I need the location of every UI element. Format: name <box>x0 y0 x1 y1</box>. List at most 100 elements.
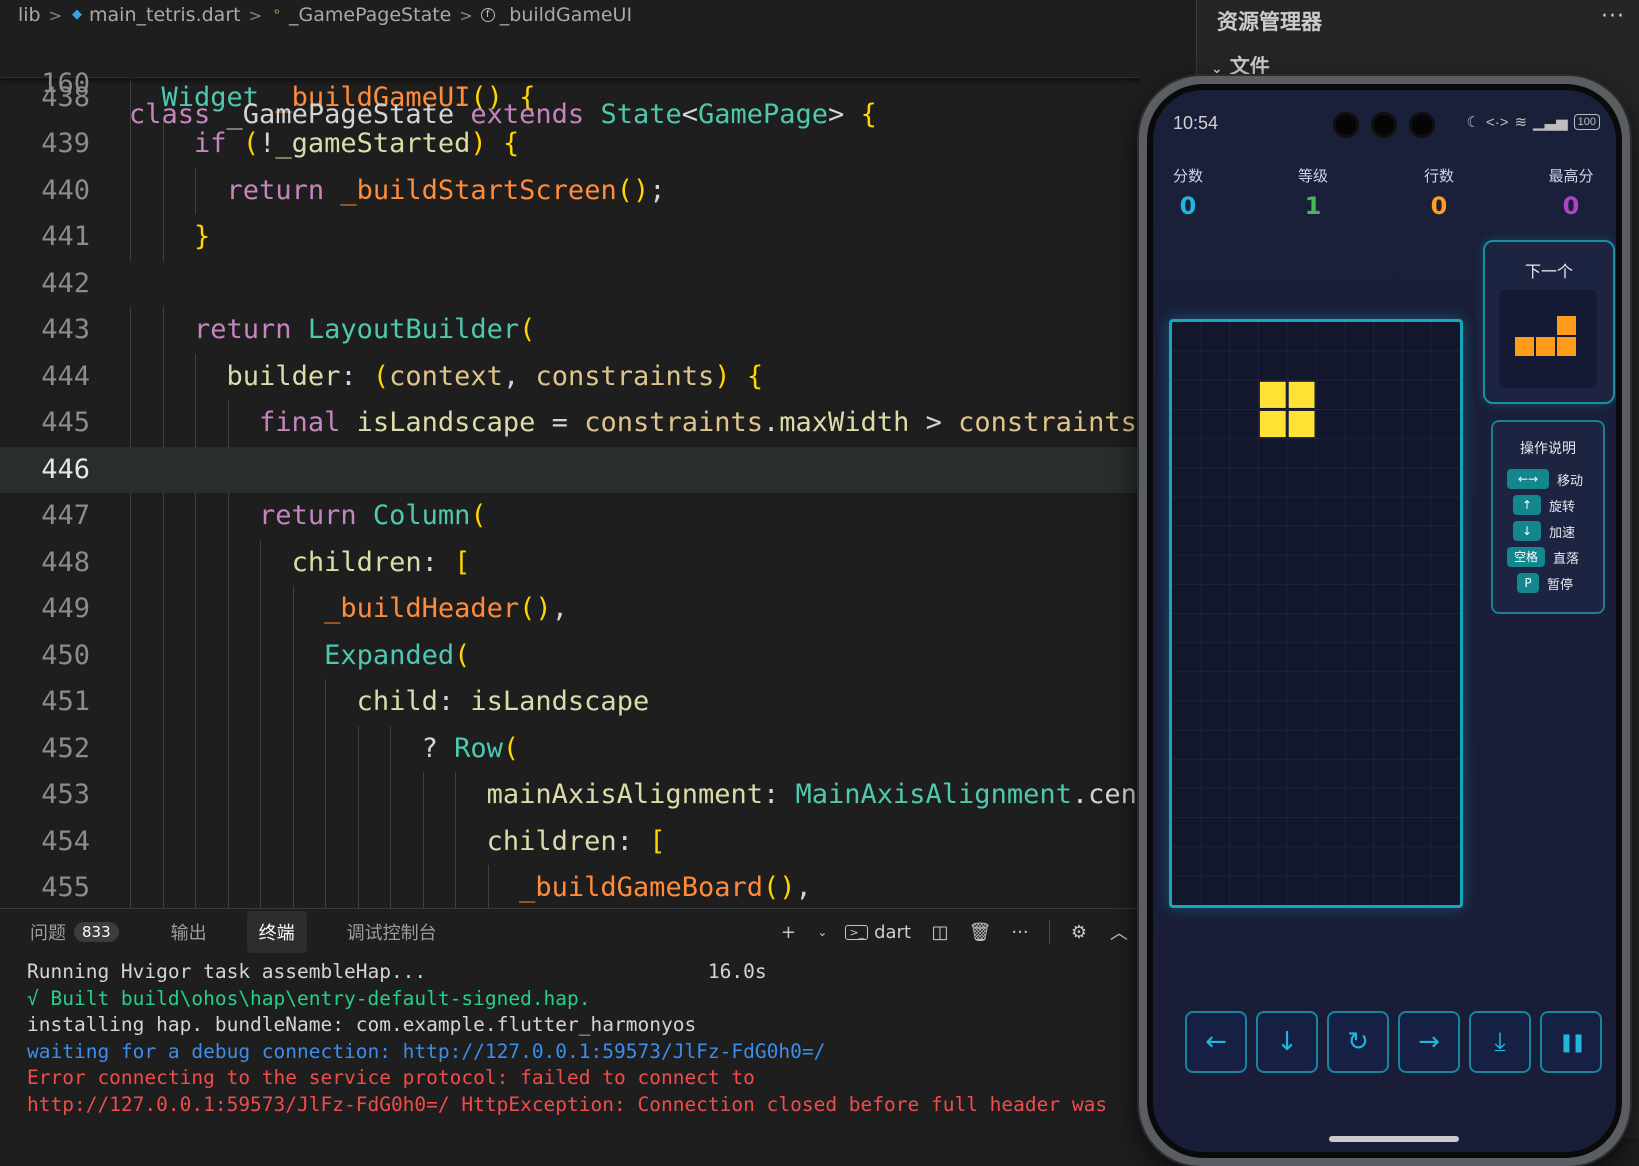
right-button[interactable]: → <box>1398 1011 1460 1073</box>
more-icon[interactable]: ··· <box>1009 921 1031 943</box>
chevron-right-icon: > <box>48 5 63 25</box>
split-terminal-icon[interactable]: ◫ <box>929 921 951 943</box>
indent-guide <box>130 307 131 354</box>
panel-tab[interactable]: 输出 <box>159 911 219 953</box>
panel-tab-label: 输出 <box>170 923 207 944</box>
code-line[interactable]: 443 return LayoutBuilder( <box>0 307 1140 354</box>
breadcrumb: lib > ◆ main_tetris.dart > ᵒ _GamePageState > f _… <box>0 0 1200 30</box>
stat-label: 等级 <box>1297 167 1328 185</box>
terminal-selector[interactable]: >_ dart <box>845 922 911 943</box>
phone-bezel: 10:54 ☾ <·> ≋ ▁▃▅ 100 分数 0 等级 1 行数 0 最高分 0 下一个 … <box>1147 84 1622 1158</box>
line-number: 450 <box>41 639 90 671</box>
indent-guide <box>292 679 294 726</box>
indent-guide <box>162 493 164 540</box>
home-indicator[interactable] <box>1329 1136 1459 1142</box>
indent-guide <box>195 818 196 865</box>
indent-guide <box>487 865 489 908</box>
help-action: 直落 <box>1553 551 1580 567</box>
indent-guide <box>422 865 424 908</box>
code-text: builder: (context, constraints) { <box>226 360 764 392</box>
settings-sliders-icon[interactable]: ⚙ <box>1068 921 1090 943</box>
indent-guide <box>292 818 294 865</box>
pause-button[interactable]: ❚❚ <box>1540 1011 1602 1073</box>
indent-guide <box>195 539 196 586</box>
breadcrumb-item[interactable]: f _buildGameUI <box>480 4 633 26</box>
indent-guide <box>130 586 131 633</box>
help-action: 旋转 <box>1549 499 1576 515</box>
battery-icon: 100 <box>1573 114 1600 130</box>
code-line[interactable]: 445 final isLandscape = constraints.maxW… <box>0 400 1140 447</box>
indent-guide <box>130 725 131 772</box>
code-text: } <box>194 221 211 252</box>
indent-guide <box>227 586 229 633</box>
panel-tab[interactable]: 问题 833 <box>18 911 131 953</box>
code-line[interactable]: 444 builder: (context, constraints) { <box>0 353 1140 400</box>
panel-toolbar: + ⌄ >_ dart ◫ 🗑 ··· ⚙ ︿ <box>777 909 1130 955</box>
panel-tab-label: 终端 <box>258 923 295 944</box>
code-line[interactable]: 440 return _buildStartScreen(); <box>0 167 1140 214</box>
line-number: 454 <box>41 825 90 857</box>
chevron-up-icon[interactable]: ︿ <box>1108 921 1130 944</box>
code-line[interactable]: 442 <box>0 261 1140 308</box>
explorer-title: 资源管理器 <box>1217 10 1322 34</box>
breadcrumb-item[interactable]: ᵒ _GamePageState <box>270 4 451 26</box>
status-icons: ☾ <·> ≋ ▁▃▅ 100 <box>1466 113 1600 131</box>
active-piece-block <box>1259 381 1286 408</box>
function-icon: f <box>480 8 495 22</box>
code-line[interactable]: 447 return Column( <box>0 493 1140 540</box>
indent-guide <box>260 632 261 679</box>
indent-guide <box>227 679 229 726</box>
code-line[interactable]: 448 children: [ <box>0 539 1140 586</box>
terminal-output[interactable]: Running Hvigor task assembleHap... 16.0s… <box>27 959 1107 1118</box>
code-line[interactable]: 453 mainAxisAlignment: MainAxisAlignment… <box>0 772 1140 819</box>
phone-emulator: 10:54 ☾ <·> ≋ ▁▃▅ 100 分数 0 等级 1 行数 0 最高分 0 下一个 … <box>1139 76 1630 1166</box>
indent-guide <box>325 772 326 819</box>
code-line[interactable]: 446 <box>0 446 1140 493</box>
panel-tab[interactable]: 终端 <box>246 911 307 953</box>
breadcrumb-label: _buildGameUI <box>499 4 633 26</box>
breadcrumb-item[interactable]: ◆ main_tetris.dart <box>70 4 241 26</box>
terminal-line: Running Hvigor task assembleHap... 16.0s <box>27 960 767 983</box>
indent-guide <box>260 865 261 908</box>
files-section-header[interactable]: ⌄ 文件 <box>1211 50 1270 79</box>
camera-icon <box>1371 112 1397 138</box>
stat-2: 行数 0 <box>1389 165 1489 220</box>
stat-label: 分数 <box>1172 167 1203 185</box>
breadcrumb-item[interactable]: lib <box>18 4 41 26</box>
down-button[interactable]: ↓ <box>1256 1011 1318 1073</box>
more-actions-icon[interactable]: ··· <box>1601 4 1625 29</box>
code-line[interactable]: 454 children: [ <box>0 818 1140 865</box>
chevron-down-icon[interactable]: ⌄ <box>817 921 827 943</box>
indent-guide <box>260 586 261 633</box>
indent-guide <box>162 632 164 679</box>
code-line[interactable]: 452 ? Row( <box>0 725 1140 772</box>
terminal-line: waiting for a debug connection: http://1… <box>27 1039 826 1063</box>
indent-guide <box>260 725 261 772</box>
left-button[interactable]: ← <box>1185 1011 1247 1073</box>
rotate-button[interactable]: ↻ <box>1327 1011 1389 1073</box>
code-line[interactable]: 441 } <box>0 214 1140 261</box>
code-text: mainAxisAlignment: MainAxisAlignment.cen… <box>486 779 1140 810</box>
moon-icon: ☾ <box>1466 114 1480 131</box>
line-number: 443 <box>41 314 90 345</box>
line-number: 451 <box>41 686 90 717</box>
code-line[interactable]: 451 child: isLandscape <box>0 679 1140 726</box>
help-row: 空格 直落 <box>1493 546 1616 568</box>
class-icon: ᵒ <box>274 7 280 22</box>
code-text: children: [ <box>486 825 666 857</box>
next-piece-block <box>1557 316 1576 335</box>
sticky-scroll-line[interactable]: 160 class _GamePageState extends State<G… <box>0 30 1140 130</box>
trash-icon[interactable]: 🗑 <box>969 921 992 943</box>
code-line[interactable]: 449 _buildHeader(), <box>0 586 1140 633</box>
indent-guide <box>227 493 229 540</box>
new-terminal-icon[interactable]: + <box>777 921 799 943</box>
game-board[interactable] <box>1169 319 1463 908</box>
indent-guide <box>195 167 196 214</box>
code-line[interactable]: 455 _buildGameBoard(), <box>0 865 1140 908</box>
phone-screen[interactable]: 10:54 ☾ <·> ≋ ▁▃▅ 100 分数 0 等级 1 行数 0 最高分 0 下一个 … <box>1153 90 1616 1152</box>
drop-button[interactable]: ⤓ <box>1469 1011 1531 1073</box>
code-line[interactable]: 450 Expanded( <box>0 632 1140 679</box>
indent-guide <box>292 772 294 819</box>
code-editor[interactable]: 160 class _GamePageState extends State<G… <box>0 30 1140 908</box>
panel-tab[interactable]: 调试控制台 <box>335 911 449 953</box>
